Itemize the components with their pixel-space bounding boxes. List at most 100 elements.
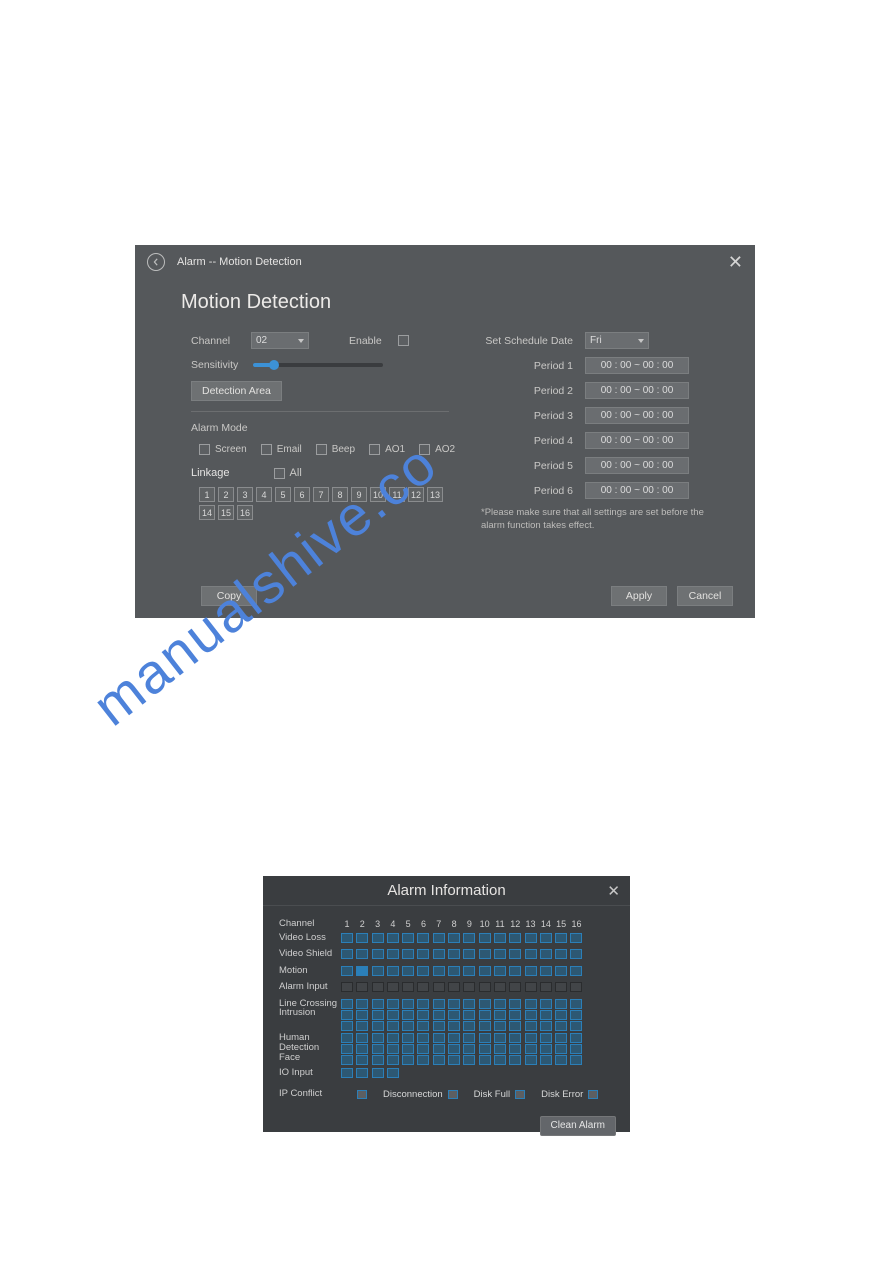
period-1-range[interactable]: 00 : 00 ~ 00 : 00: [585, 357, 689, 374]
alarm-indicator: [387, 1044, 399, 1054]
cancel-button[interactable]: Cancel: [677, 586, 733, 606]
alarm-indicator: [372, 1021, 384, 1031]
linkage-channel-1[interactable]: 1: [199, 487, 215, 502]
linkage-channel-8[interactable]: 8: [332, 487, 348, 502]
alarm-indicator: [555, 1044, 567, 1054]
apply-button[interactable]: Apply: [611, 586, 667, 606]
alarm-indicator: [570, 1044, 582, 1054]
alarm-indicator: [525, 933, 537, 943]
channel-col-7: 7: [433, 919, 445, 929]
alarm-indicator: [341, 949, 353, 959]
alarm-indicator: [525, 1010, 537, 1020]
page-title: Motion Detection: [181, 291, 755, 314]
alarm-indicator: [463, 949, 475, 959]
alarm-indicator: [540, 1044, 552, 1054]
close-icon[interactable]: ✕: [728, 252, 743, 273]
dialog-header: Alarm Information ✕: [263, 876, 630, 906]
linkage-channel-12[interactable]: 12: [408, 487, 424, 502]
alarm-indicator: [494, 966, 506, 976]
enable-label: Enable: [349, 335, 382, 347]
alarm-indicator: [372, 999, 384, 1009]
alarm-indicator: [540, 1055, 552, 1065]
channel-col-8: 8: [448, 919, 460, 929]
detection-area-button[interactable]: Detection Area: [191, 381, 282, 401]
linkage-channel-15[interactable]: 15: [218, 505, 234, 520]
period-6-range[interactable]: 00 : 00 ~ 00 : 00: [585, 482, 689, 499]
alarm-indicator: [372, 966, 384, 976]
back-icon[interactable]: [147, 253, 165, 271]
linkage-channel-7[interactable]: 7: [313, 487, 329, 502]
motion-detection-dialog: Alarm -- Motion Detection ✕ Motion Detec…: [135, 245, 755, 618]
alarm-indicator: [356, 1021, 368, 1031]
alarm-indicator: [356, 1068, 368, 1078]
alarm-indicator: [402, 1055, 414, 1065]
alarm-indicator: [433, 949, 445, 959]
alarm-indicator: [463, 933, 475, 943]
all-checkbox[interactable]: [274, 468, 285, 479]
alarm-indicator: [402, 966, 414, 976]
alarm-indicator: [448, 1010, 460, 1020]
alarm-indicator: [540, 1033, 552, 1043]
screen-checkbox[interactable]: [199, 444, 210, 455]
linkage-channel-10[interactable]: 10: [370, 487, 386, 502]
linkage-channel-4[interactable]: 4: [256, 487, 272, 502]
alarm-indicator: [433, 933, 445, 943]
copy-button[interactable]: Copy: [201, 586, 257, 606]
alarm-indicator: [555, 999, 567, 1009]
linkage-channel-2[interactable]: 2: [218, 487, 234, 502]
alarm-indicator: [525, 1021, 537, 1031]
date-select[interactable]: Fri: [585, 332, 649, 349]
alarm-indicator: [448, 933, 460, 943]
chevron-down-icon: [298, 339, 304, 343]
beep-checkbox[interactable]: [316, 444, 327, 455]
alarm-indicator: [417, 949, 429, 959]
alarm-indicator: [494, 1044, 506, 1054]
alarm-indicator: [463, 982, 475, 992]
dialog-header: Alarm -- Motion Detection ✕: [135, 245, 755, 279]
alarm-indicator: [356, 966, 368, 976]
linkage-channel-3[interactable]: 3: [237, 487, 253, 502]
alarm-indicator: [479, 966, 491, 976]
alarm-indicator: [417, 966, 429, 976]
linkage-channel-14[interactable]: 14: [199, 505, 215, 520]
alarm-indicator: [448, 966, 460, 976]
linkage-channel-11[interactable]: 11: [389, 487, 405, 502]
alarm-indicator: [479, 1044, 491, 1054]
period-5-label: Period 5: [481, 460, 585, 472]
sensitivity-slider[interactable]: [253, 363, 383, 367]
breadcrumb: Alarm -- Motion Detection: [177, 256, 302, 268]
period-5-range[interactable]: 00 : 00 ~ 00 : 00: [585, 457, 689, 474]
alarm-indicator: [540, 949, 552, 959]
alarm-indicator: [463, 1010, 475, 1020]
linkage-channel-9[interactable]: 9: [351, 487, 367, 502]
alarm-indicator: [463, 1021, 475, 1031]
mode-beep: Beep: [332, 444, 355, 455]
alarm-indicator: [494, 1055, 506, 1065]
channel-label: Channel: [191, 335, 251, 347]
period-4-range[interactable]: 00 : 00 ~ 00 : 00: [585, 432, 689, 449]
clean-alarm-button[interactable]: Clean Alarm: [540, 1116, 616, 1136]
linkage-channel-13[interactable]: 13: [427, 487, 443, 502]
linkage-channel-16[interactable]: 16: [237, 505, 253, 520]
channel-header: Channel: [279, 919, 341, 929]
alarm-indicator: [509, 1055, 521, 1065]
ao2-checkbox[interactable]: [419, 444, 430, 455]
alarm-indicator: [570, 1055, 582, 1065]
mode-ao2: AO2: [435, 444, 455, 455]
alarm-indicator: [525, 1055, 537, 1065]
email-checkbox[interactable]: [261, 444, 272, 455]
channel-select[interactable]: 02: [251, 332, 309, 349]
ao1-checkbox[interactable]: [369, 444, 380, 455]
period-1-label: Period 1: [481, 360, 585, 372]
alarm-indicator: [402, 1010, 414, 1020]
close-icon[interactable]: ✕: [607, 882, 620, 900]
channel-col-1: 1: [341, 919, 353, 929]
linkage-channel-5[interactable]: 5: [275, 487, 291, 502]
alarm-indicator: [372, 982, 384, 992]
linkage-channel-6[interactable]: 6: [294, 487, 310, 502]
period-2-range[interactable]: 00 : 00 ~ 00 : 00: [585, 382, 689, 399]
enable-checkbox[interactable]: [398, 335, 409, 346]
alarm-indicator: [494, 982, 506, 992]
channel-col-2: 2: [356, 919, 368, 929]
period-3-range[interactable]: 00 : 00 ~ 00 : 00: [585, 407, 689, 424]
